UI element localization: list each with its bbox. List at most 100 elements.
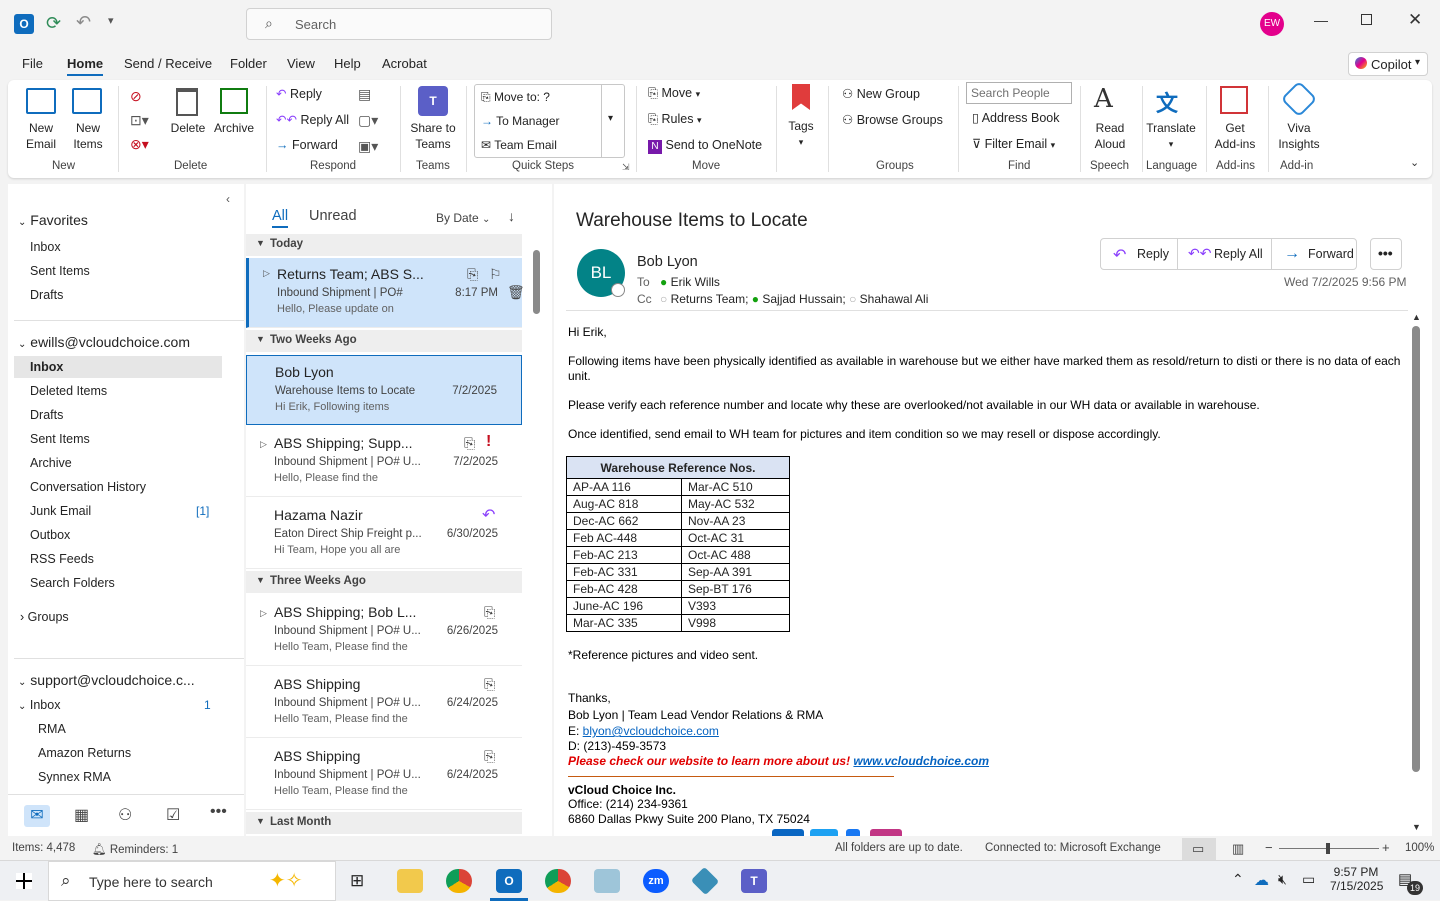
group-header-last-month[interactable]: ▼ Last Month xyxy=(246,812,522,834)
more-actions-icon[interactable]: ••• xyxy=(1370,238,1402,270)
expand-thread-icon[interactable]: ▷ xyxy=(263,268,270,279)
folder-rma[interactable]: RMA xyxy=(38,722,66,736)
people-icon[interactable]: ⚇ xyxy=(118,805,132,825)
mail-icon[interactable]: ✉ xyxy=(24,805,50,827)
delete-button[interactable]: Delete xyxy=(168,120,208,136)
undo-icon[interactable]: ↶ xyxy=(76,13,91,31)
qs-to-manager[interactable]: → To Manager xyxy=(481,114,560,128)
promo-link[interactable]: www.vcloudchoice.com xyxy=(853,754,989,768)
ignore-icon[interactable]: ⊘ xyxy=(130,88,142,105)
tasks-icon[interactable]: ☑ xyxy=(166,805,180,825)
list-item[interactable]: Hazama Nazir Eaton Direct Ship Freight p… xyxy=(246,499,522,569)
fav-drafts[interactable]: Drafts xyxy=(30,288,63,302)
menu-file[interactable]: File xyxy=(22,56,43,71)
junk-icon[interactable]: ⊗▾ xyxy=(130,136,149,153)
tags-button[interactable]: Tags ▾ xyxy=(784,118,818,150)
task-view-icon[interactable]: ⊞ xyxy=(350,871,364,891)
get-addins-button[interactable]: Get Add-ins xyxy=(1210,120,1260,152)
scroll-down-icon[interactable]: ▼ xyxy=(1412,822,1421,832)
linkedin-icon[interactable] xyxy=(772,829,804,836)
normal-view-button[interactable]: ▭ xyxy=(1182,838,1216,860)
translate-button[interactable]: Translate ▾ xyxy=(1144,120,1198,152)
group-header-three-weeks[interactable]: ▼ Three Weeks Ago xyxy=(246,571,522,593)
sort-by-button[interactable]: By Date ⌄ xyxy=(436,211,490,225)
volume-muted-icon[interactable]: 🔇︎ xyxy=(1278,871,1287,888)
zoom-out-icon[interactable]: − xyxy=(1265,840,1273,855)
qs-move-to[interactable]: ⎘ Move to: ? xyxy=(481,90,550,105)
signature-email-link[interactable]: blyon@vcloudchoice.com xyxy=(583,724,719,738)
list-item[interactable]: ABS Shipping Inbound Shipment | PO# U...… xyxy=(246,668,522,738)
chevron-up-icon[interactable]: ⌃ xyxy=(1232,871,1244,888)
new-group-button[interactable]: ⚇ New Group xyxy=(842,86,920,101)
account2-inbox[interactable]: ⌄ Inbox xyxy=(18,698,60,712)
archive-button[interactable]: Archive xyxy=(210,120,258,136)
onedrive-icon[interactable]: ☁ xyxy=(1254,871,1269,889)
avatar[interactable]: EW xyxy=(1260,12,1284,36)
account-header[interactable]: ⌄ ewills@vcloudchoice.com xyxy=(18,334,190,350)
scrollbar-thumb[interactable] xyxy=(533,250,540,314)
search-people-input[interactable]: Search People xyxy=(966,82,1072,104)
reading-scrollbar[interactable]: ▲ ▼ xyxy=(1410,312,1422,836)
restore-icon[interactable] xyxy=(1361,14,1372,25)
reply-button[interactable]: ↶ Reply xyxy=(1100,238,1178,270)
meeting-icon[interactable]: ▤ xyxy=(358,86,371,103)
network-icon[interactable]: ▭ xyxy=(1302,871,1315,888)
reply-all-button[interactable]: ↶↶ Reply All xyxy=(276,112,349,127)
folder-conversation-history[interactable]: Conversation History xyxy=(30,480,146,494)
chrome-icon[interactable] xyxy=(446,869,472,893)
folder-amazon-returns[interactable]: Amazon Returns xyxy=(38,746,131,760)
folder-drafts[interactable]: Drafts xyxy=(30,408,63,422)
chrome-profile-icon[interactable] xyxy=(545,869,571,893)
menu-help[interactable]: Help xyxy=(334,56,361,71)
forward-button[interactable]: → Forward xyxy=(1271,238,1357,270)
delete-icon[interactable]: 🗑 xyxy=(507,284,525,301)
expand-thread-icon[interactable]: ▷ xyxy=(260,439,267,450)
search-box[interactable]: ⌕ Search xyxy=(246,8,552,40)
filter-email-button[interactable]: ⊽ Filter Email ▾ xyxy=(972,136,1055,151)
copilot-button[interactable]: Copilot ▾ xyxy=(1348,52,1428,76)
list-item-selected[interactable]: Bob Lyon Warehouse Items to Locate Hi Er… xyxy=(246,355,522,425)
sort-direction-icon[interactable]: ↓ xyxy=(508,208,515,224)
windows-start-icon[interactable] xyxy=(16,873,32,889)
folder-rss-feeds[interactable]: RSS Feeds xyxy=(30,552,94,566)
folder-junk-email[interactable]: Junk Email xyxy=(30,504,91,518)
customize-toolbar-icon[interactable]: ▾ xyxy=(108,14,114,27)
instagram-icon[interactable] xyxy=(870,829,902,836)
facebook-icon[interactable] xyxy=(846,829,860,836)
rules-button[interactable]: ⎘ Rules ▾ xyxy=(648,112,701,127)
teams-taskbar-icon[interactable]: T xyxy=(741,869,767,893)
list-scrollbar[interactable] xyxy=(532,236,542,832)
collapse-pane-icon[interactable]: ‹ xyxy=(226,192,230,206)
file-explorer-icon[interactable] xyxy=(397,869,423,893)
list-item[interactable]: ▷ Returns Team; ABS S... Inbound Shipmen… xyxy=(246,258,525,328)
sender-name[interactable]: Bob Lyon xyxy=(637,254,698,270)
reminders[interactable]: 🔔︎ Reminders: 1 xyxy=(92,842,178,856)
quick-steps-more-icon[interactable]: ▾ xyxy=(608,113,613,124)
fav-inbox[interactable]: Inbox xyxy=(30,240,61,254)
favorites-header[interactable]: ⌄ Favorites xyxy=(18,212,88,228)
list-item[interactable]: ABS Shipping Inbound Shipment | PO# U...… xyxy=(246,740,522,810)
list-item[interactable]: ▷ ABS Shipping; Bob L... Inbound Shipmen… xyxy=(246,596,522,666)
read-aloud-button[interactable]: Read Aloud xyxy=(1088,120,1132,152)
taskbar-search[interactable]: ⌕ Type here to search ✦✧ xyxy=(48,861,336,901)
im-icon[interactable]: ▢▾ xyxy=(358,112,378,129)
flag-icon[interactable]: ⚐ xyxy=(489,266,502,283)
folder-sent-items[interactable]: Sent Items xyxy=(30,432,90,446)
send-onenote-button[interactable]: N Send to OneNote xyxy=(648,138,762,154)
zoom-app-icon[interactable]: zm xyxy=(643,869,669,893)
tab-all[interactable]: All xyxy=(272,208,289,228)
cc-recipients[interactable]: ○ Returns Team; ● Sajjad Hussain; ○ Shah… xyxy=(660,292,928,306)
folder-archive[interactable]: Archive xyxy=(30,456,72,470)
zoom-slider-thumb[interactable] xyxy=(1326,843,1330,854)
menu-home[interactable]: Home xyxy=(67,56,104,76)
reply-button[interactable]: ↶ Reply xyxy=(276,86,322,101)
more-apps-icon[interactable]: ••• xyxy=(210,803,227,821)
folder-deleted-items[interactable]: Deleted Items xyxy=(30,384,107,398)
remote-desktop-icon[interactable] xyxy=(594,869,620,893)
new-email-button[interactable]: New Email xyxy=(22,120,60,152)
list-item[interactable]: ▷ ABS Shipping; Supp... Inbound Shipment… xyxy=(246,427,522,497)
app-icon[interactable] xyxy=(690,866,720,896)
cleanup-icon[interactable]: ⊡▾ xyxy=(130,112,149,129)
to-recipient[interactable]: ● Erik Wills xyxy=(660,275,720,289)
dialog-launcher-icon[interactable]: ⇲ xyxy=(622,162,630,173)
